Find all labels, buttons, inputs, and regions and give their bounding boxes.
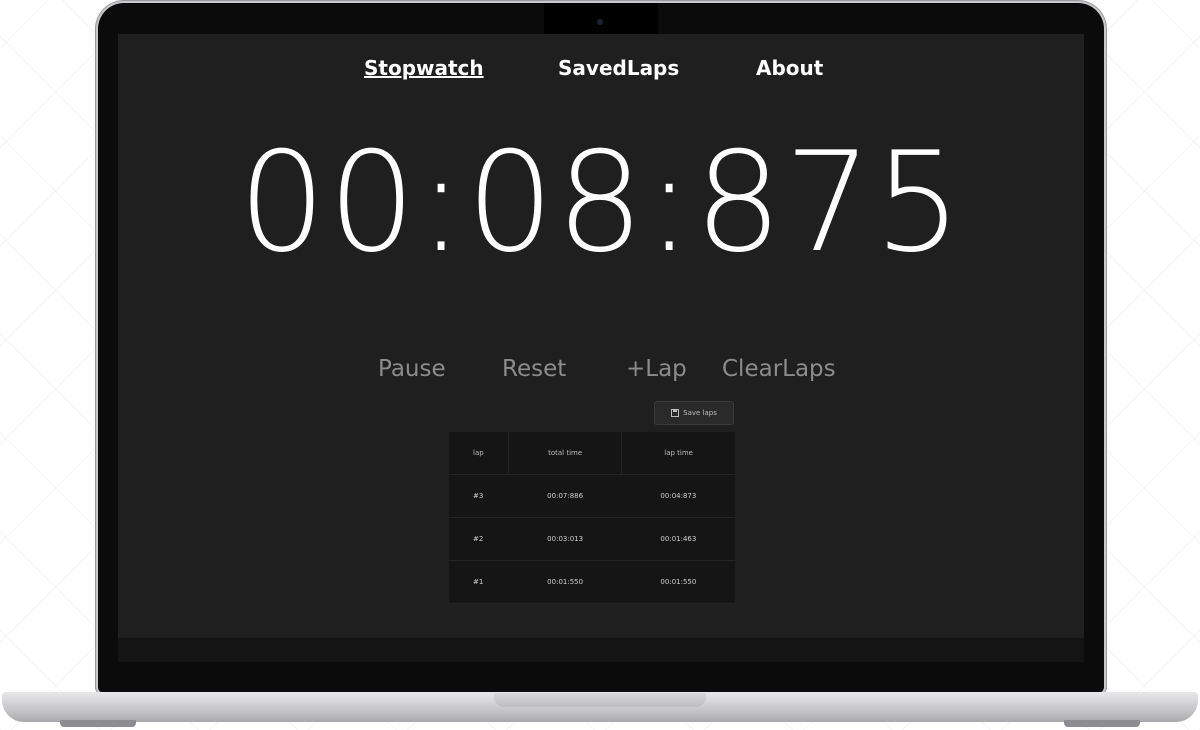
nav-stopwatch-link[interactable]: Stopwatch: [364, 56, 484, 80]
lap-total-time: 00:07:886: [508, 474, 622, 518]
screen-bezel-bottom: [118, 638, 1084, 662]
lap-time: 00:01:463: [621, 517, 735, 561]
pause-button[interactable]: Pause: [378, 356, 446, 382]
lap-time: 00:04:873: [621, 474, 735, 518]
table-row: #1 00:01:550 00:01:550: [449, 560, 735, 604]
column-header-lap: lap: [449, 432, 509, 475]
add-lap-button[interactable]: +Lap: [626, 356, 687, 382]
clear-laps-button[interactable]: ClearLaps: [722, 356, 836, 382]
table-row: #3 00:07:886 00:04:873: [449, 474, 735, 518]
save-icon: [671, 409, 680, 417]
laptop-foot-left: [60, 720, 136, 727]
table-row: #2 00:03:013 00:01:463: [449, 517, 735, 561]
lap-time: 00:01:550: [621, 560, 735, 604]
camera-icon: [597, 19, 603, 25]
stopwatch-controls: Pause Reset +Lap ClearLaps: [118, 356, 1084, 388]
lap-number: #1: [449, 560, 509, 604]
app-screen: Stopwatch SavedLaps About 00:08:875 Paus…: [118, 34, 1084, 638]
reset-button[interactable]: Reset: [502, 356, 566, 382]
top-nav: Stopwatch SavedLaps About: [118, 56, 1084, 86]
lap-total-time: 00:01:550: [508, 560, 622, 604]
nav-savedlaps-link[interactable]: SavedLaps: [558, 56, 679, 80]
stopwatch-display: 00:08:875: [238, 122, 964, 283]
nav-about-link[interactable]: About: [756, 56, 823, 80]
lap-number: #3: [449, 474, 509, 518]
column-header-lap-time: lap time: [621, 432, 735, 475]
save-laps-label: Save laps: [683, 409, 717, 417]
lap-number: #2: [449, 517, 509, 561]
laptop-foot-right: [1064, 720, 1140, 727]
lap-total-time: 00:03:013: [508, 517, 622, 561]
laps-table: lap total time lap time #3 00:07:886 00:…: [449, 432, 735, 604]
laps-table-header-row: lap total time lap time: [449, 432, 735, 475]
save-laps-button[interactable]: Save laps: [654, 401, 734, 425]
laptop-opening-notch: [494, 693, 706, 707]
column-header-total-time: total time: [507, 432, 622, 475]
